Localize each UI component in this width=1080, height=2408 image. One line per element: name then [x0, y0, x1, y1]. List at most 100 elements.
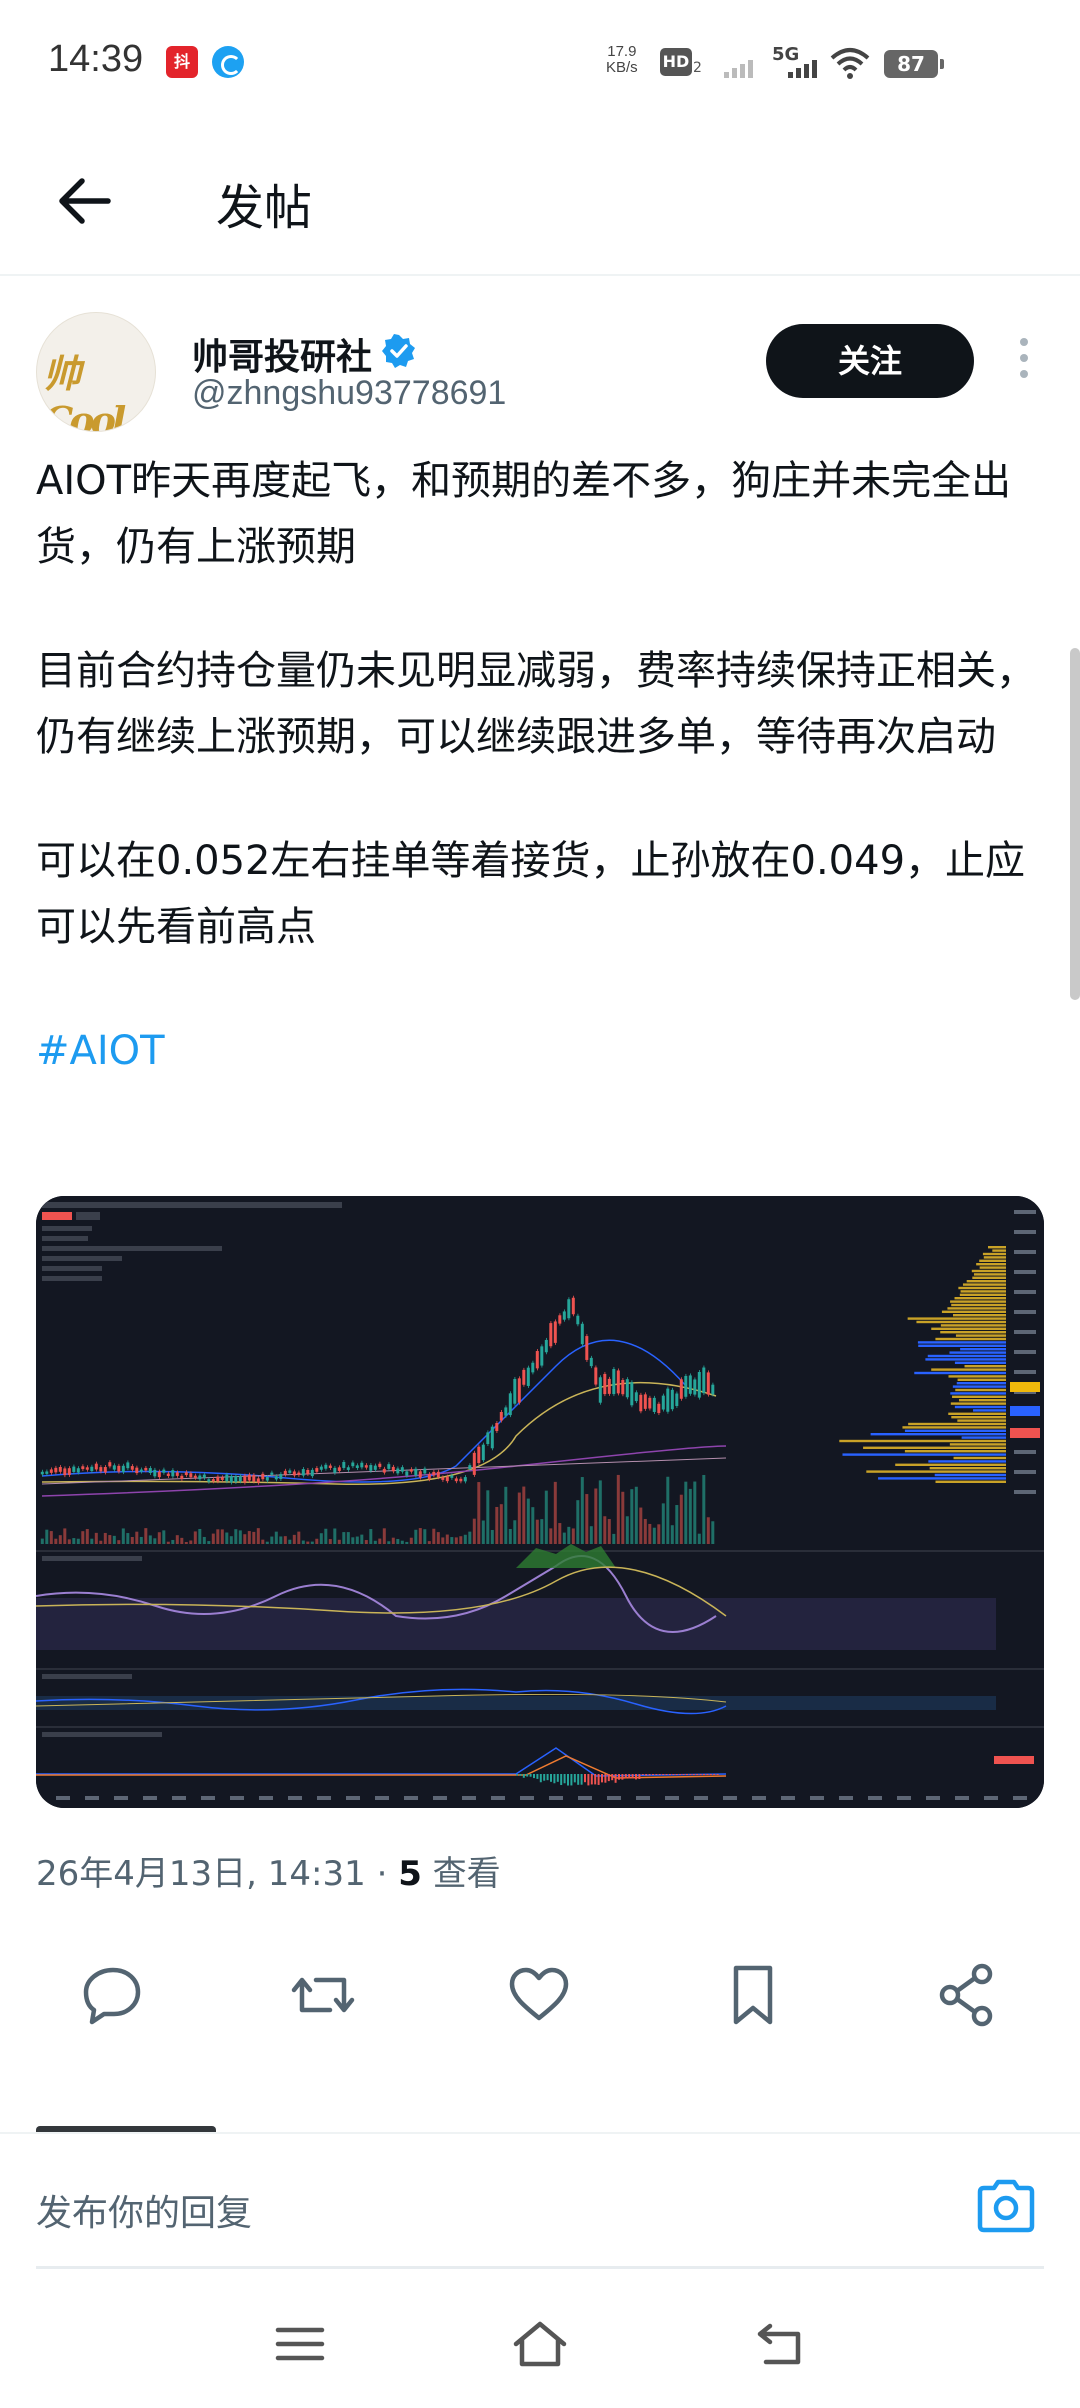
post-chart-image[interactable]: [36, 1196, 1044, 1808]
candle: [207, 1479, 211, 1482]
candle: [616, 1370, 620, 1394]
status-time: 14:39: [48, 38, 144, 80]
volume-bar: [508, 1528, 512, 1544]
camera-icon[interactable]: [974, 2176, 1038, 2236]
back-icon[interactable]: [750, 2314, 810, 2374]
follow-button[interactable]: 关注: [766, 324, 974, 398]
hashtag-link[interactable]: #AIOT: [36, 1018, 1046, 1084]
candle: [108, 1462, 112, 1467]
time-axis-tick: [752, 1796, 766, 1800]
volume-profile-bar: [955, 1388, 1006, 1392]
candle: [252, 1475, 256, 1482]
volume-bar: [540, 1519, 544, 1544]
time-axis-tick: [230, 1796, 244, 1800]
candle: [490, 1426, 494, 1449]
more-options-icon[interactable]: [1014, 338, 1034, 388]
candle: [72, 1466, 76, 1472]
candle: [684, 1375, 688, 1397]
volume-bar: [256, 1528, 260, 1544]
reply-icon[interactable]: [78, 1960, 148, 2030]
volume-bar: [360, 1534, 364, 1544]
volume-bar: [184, 1541, 188, 1544]
bookmark-icon[interactable]: [718, 1960, 788, 2030]
reply-input[interactable]: 发布你的回复: [36, 2184, 252, 2236]
volume-bar: [603, 1516, 607, 1544]
top-app-bar: 发帖: [0, 128, 1080, 276]
macd-bar: [706, 1774, 709, 1775]
candle: [706, 1372, 710, 1395]
candle: [45, 1471, 49, 1474]
volume-profile-bar: [972, 1276, 1006, 1279]
home-icon[interactable]: [510, 2314, 570, 2374]
volume-profile-bar: [952, 1385, 1006, 1388]
volume-bar: [283, 1536, 287, 1544]
menu-icon[interactable]: [270, 2314, 330, 2374]
volume-bar: [207, 1541, 211, 1544]
volume-bar: [652, 1527, 656, 1544]
volume-bar: [63, 1528, 67, 1544]
volume-bar: [621, 1491, 625, 1544]
avatar-logo-text: 帅Cool: [43, 351, 126, 432]
volume-profile-bar: [935, 1337, 1006, 1341]
avatar[interactable]: 帅Cool: [36, 312, 156, 432]
volume-bar: [355, 1536, 359, 1544]
scrollbar[interactable]: [1070, 648, 1080, 1000]
time-axis-tick: [549, 1796, 563, 1800]
candle: [576, 1315, 580, 1325]
volume-profile-bar: [949, 1443, 1006, 1446]
volume-bar: [216, 1529, 220, 1544]
volume-profile-bar: [958, 1286, 1006, 1290]
candle: [648, 1397, 652, 1409]
volume-bar: [445, 1534, 449, 1544]
retweet-icon[interactable]: [288, 1960, 358, 2030]
time-axis-tick: [636, 1796, 650, 1800]
back-arrow-icon[interactable]: [50, 166, 120, 236]
volume-bar: [117, 1540, 121, 1544]
candle: [499, 1411, 503, 1421]
candle: [688, 1375, 692, 1394]
volume-profile-bar: [842, 1453, 1006, 1456]
volume-bar: [49, 1531, 53, 1544]
candle: [157, 1471, 161, 1478]
time-axis-tick: [317, 1796, 331, 1800]
volume-bar: [247, 1531, 251, 1544]
macd-bar: [628, 1774, 631, 1779]
volume-bar: [324, 1528, 328, 1544]
heart-icon[interactable]: [504, 1960, 574, 2030]
volume-bar: [625, 1516, 629, 1544]
volume-profile-bar: [954, 1405, 1006, 1409]
volume-profile-bar: [961, 1436, 1006, 1439]
macd-bar: [658, 1774, 661, 1775]
volume-profile-bar: [878, 1477, 1006, 1480]
time-axis-tick: [955, 1796, 969, 1800]
macd-bar: [709, 1774, 712, 1775]
time-axis-tick: [723, 1796, 737, 1800]
macd-bar: [587, 1774, 590, 1786]
time-axis-tick: [868, 1796, 882, 1800]
macd-bar: [546, 1774, 549, 1781]
candle: [454, 1478, 458, 1482]
macd-bar: [635, 1774, 637, 1780]
volume-bar: [265, 1541, 269, 1544]
author-handle[interactable]: @zhngshu93778691: [192, 374, 506, 413]
volume-bar: [292, 1534, 296, 1544]
candle: [382, 1468, 386, 1473]
macd-bar: [573, 1774, 576, 1783]
volume-bar: [90, 1538, 94, 1544]
volume-bar: [148, 1535, 152, 1544]
candle: [702, 1367, 706, 1394]
candle: [445, 1476, 449, 1482]
time-axis-tick: [375, 1796, 389, 1800]
candle: [337, 1467, 341, 1471]
candle: [391, 1466, 395, 1472]
candle: [598, 1377, 602, 1403]
volume-bar: [126, 1533, 130, 1544]
volume-bar: [45, 1529, 49, 1544]
volume-bar: [423, 1529, 427, 1544]
author-name[interactable]: 帅哥投研社: [192, 328, 372, 380]
macd-bar: [614, 1774, 617, 1783]
share-icon[interactable]: [932, 1960, 1002, 2030]
views-label: 查看: [421, 1854, 501, 1894]
candle: [441, 1477, 445, 1480]
volume-bar: [108, 1535, 112, 1544]
